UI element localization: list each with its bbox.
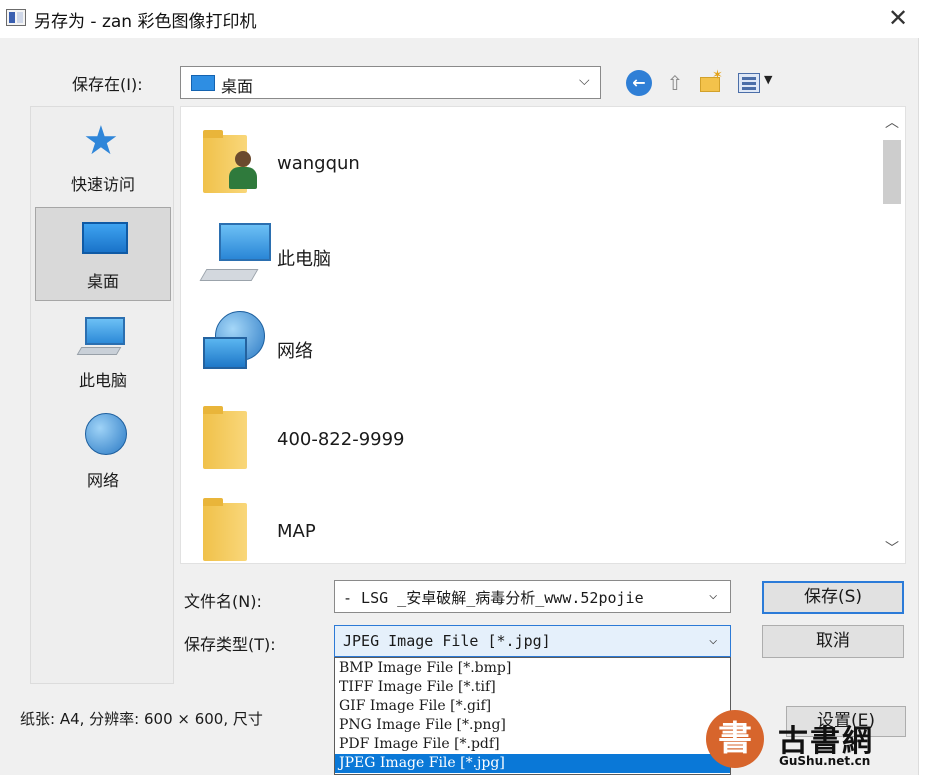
dropdown-option[interactable]: BMP Image File [*.bmp] bbox=[335, 659, 730, 678]
place-label: 网络 bbox=[86, 471, 119, 490]
save-button[interactable]: 保存(S) bbox=[762, 581, 904, 614]
keyboard-shape bbox=[76, 347, 122, 355]
vertical-scrollbar[interactable]: ︿ ﹀ bbox=[880, 110, 904, 562]
file-name: 此电脑 bbox=[277, 249, 331, 270]
list-item[interactable]: MAP bbox=[191, 493, 711, 563]
place-label: 此电脑 bbox=[78, 371, 127, 390]
file-list: wangqun 此电脑 网络 400-822-9999 MAP bbox=[180, 106, 906, 564]
dropdown-option[interactable]: GIF Image File [*.gif] bbox=[335, 697, 730, 716]
dropdown-option[interactable]: PNG Image File [*.png] bbox=[335, 716, 730, 735]
file-name: MAP bbox=[277, 521, 316, 542]
printer-app-icon bbox=[6, 9, 26, 26]
network-icon bbox=[85, 413, 127, 455]
list-item[interactable]: 400-822-9999 bbox=[191, 401, 711, 479]
folder-icon bbox=[203, 498, 247, 561]
save-in-combo[interactable]: 桌面 ⌵ bbox=[180, 66, 601, 99]
filename-label: 文件名(N): bbox=[184, 592, 262, 611]
desktop-icon bbox=[191, 75, 215, 91]
save-in-label: 保存在(I): bbox=[72, 75, 143, 94]
filetype-value: JPEG Image File [*.jpg] bbox=[343, 632, 551, 650]
chevron-down-icon[interactable]: ⌵ bbox=[709, 587, 717, 603]
dropdown-option-selected[interactable]: JPEG Image File [*.jpg] bbox=[335, 754, 730, 773]
filetype-select[interactable]: JPEG Image File [*.jpg] ⌵ bbox=[334, 625, 731, 657]
keyboard-shape bbox=[199, 269, 259, 281]
place-label: 桌面 bbox=[86, 272, 119, 291]
file-name: 网络 bbox=[277, 341, 313, 362]
up-folder-icon[interactable]: ⇧ bbox=[662, 70, 688, 96]
monitor-shape bbox=[203, 337, 247, 369]
seal-character: 書 bbox=[718, 719, 752, 759]
computer-icon bbox=[85, 317, 125, 345]
place-network[interactable]: 网络 bbox=[35, 407, 171, 501]
filetype-label: 保存类型(T): bbox=[184, 635, 276, 654]
filename-field[interactable]: - LSG _安卓破解_病毒分析_www.52pojie ⌵ bbox=[334, 580, 731, 613]
list-item[interactable]: wangqun bbox=[191, 125, 711, 203]
list-item[interactable]: 网络 bbox=[191, 309, 711, 387]
filetype-dropdown: BMP Image File [*.bmp] TIFF Image File [… bbox=[334, 657, 731, 775]
dropdown-arrow-icon: ▼ bbox=[764, 73, 773, 86]
watermark-seal-logo: 書 bbox=[706, 710, 764, 768]
save-in-value: 桌面 bbox=[221, 77, 254, 96]
details-view-icon bbox=[738, 73, 760, 93]
title-bar: 另存为 - zan 彩色图像打印机 ✕ bbox=[0, 0, 928, 38]
filename-value: - LSG _安卓破解_病毒分析_www.52pojie bbox=[343, 589, 644, 607]
scroll-down-icon[interactable]: ﹀ bbox=[880, 538, 904, 562]
star-icon: ★ bbox=[83, 118, 119, 164]
watermark-url: GuShu.net.cn bbox=[779, 754, 871, 768]
file-name: wangqun bbox=[277, 153, 360, 174]
scroll-up-icon[interactable]: ︿ bbox=[880, 112, 904, 136]
new-folder-icon[interactable]: ✶ bbox=[698, 68, 724, 96]
window-title: 另存为 - zan 彩色图像打印机 bbox=[34, 12, 257, 32]
window-edge bbox=[918, 38, 928, 775]
list-item[interactable]: 此电脑 bbox=[191, 217, 711, 295]
close-button[interactable]: ✕ bbox=[880, 2, 916, 34]
desktop-icon bbox=[82, 222, 128, 254]
user-icon bbox=[227, 151, 257, 191]
cancel-button[interactable]: 取消 bbox=[762, 625, 904, 658]
place-this-pc[interactable]: 此电脑 bbox=[35, 307, 171, 401]
back-icon[interactable]: ← bbox=[626, 70, 652, 96]
scroll-thumb[interactable] bbox=[883, 140, 901, 204]
sparkle-icon: ✶ bbox=[712, 68, 723, 83]
dropdown-option[interactable]: TIFF Image File [*.tif] bbox=[335, 678, 730, 697]
computer-icon bbox=[219, 223, 271, 261]
place-quick-access[interactable]: ★ 快速访问 bbox=[35, 111, 171, 205]
chevron-down-icon: ⌵ bbox=[579, 73, 590, 89]
file-name: 400-822-9999 bbox=[277, 429, 405, 450]
view-menu-icon[interactable]: ▼ bbox=[736, 70, 778, 96]
place-desktop[interactable]: 桌面 bbox=[35, 207, 171, 301]
place-label: 快速访问 bbox=[70, 175, 135, 194]
dropdown-option[interactable]: PDF Image File [*.pdf] bbox=[335, 735, 730, 754]
folder-icon bbox=[203, 406, 247, 469]
places-bar: ★ 快速访问 桌面 此电脑 网络 bbox=[30, 106, 174, 684]
paper-info: 纸张: A4, 分辨率: 600 × 600, 尺寸 bbox=[20, 710, 263, 728]
chevron-down-icon[interactable]: ⌵ bbox=[709, 632, 717, 648]
